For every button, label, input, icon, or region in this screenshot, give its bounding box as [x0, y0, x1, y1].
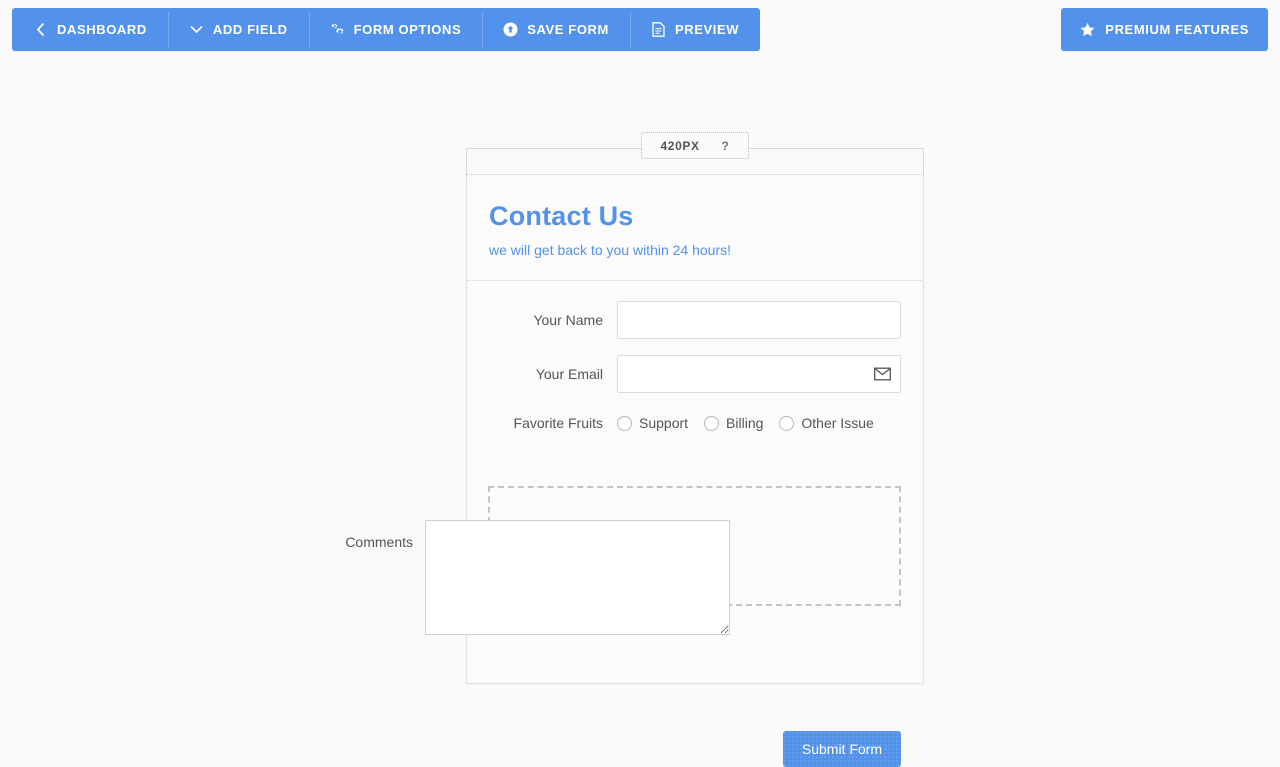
radio-option-label: Other Issue [801, 415, 874, 431]
form-width-badge[interactable]: 420PX ? [641, 132, 749, 159]
field-label: Comments [345, 534, 413, 550]
field-row-your-email[interactable]: Your Email [489, 355, 901, 393]
field-label: Your Email [535, 366, 603, 382]
toolbar-item-save-form[interactable]: Save Form [482, 8, 630, 51]
toolbar-item-label: Add Field [212, 22, 288, 37]
field-control [617, 301, 901, 339]
radio-circle-icon[interactable] [779, 415, 795, 431]
submit-form-button[interactable]: Submit Form [782, 731, 901, 767]
form-subtitle[interactable]: we will get back to you within 24 hours! [489, 242, 901, 258]
chevron-down-icon [189, 22, 204, 37]
your-email-input[interactable] [617, 355, 901, 393]
toolbar-item-label: Preview [674, 22, 740, 37]
radio-option-other-issue[interactable]: Other Issue [779, 415, 874, 431]
radio-option-label: Billing [726, 415, 764, 431]
radio-circle-icon[interactable] [617, 415, 632, 431]
toolbar-item-label: Dashboard [57, 22, 147, 37]
form-title[interactable]: Contact Us [489, 201, 901, 232]
form-header: Contact Us we will get back to you withi… [467, 175, 923, 281]
envelope-icon [874, 367, 891, 381]
main-toolbar: Dashboard Add Field Form Options Save Fo… [12, 8, 761, 51]
help-icon[interactable]: ? [722, 139, 730, 153]
comments-textarea[interactable] [425, 520, 730, 635]
field-row-favorite-fruits[interactable]: Favorite Fruits Support Billing Other Is… [489, 415, 901, 431]
radio-option-support[interactable]: Support [617, 415, 688, 431]
radio-options: Support Billing Other Issue [617, 415, 874, 431]
submit-area: Submit Form [467, 731, 923, 767]
radio-option-billing[interactable]: Billing [704, 415, 763, 431]
toolbar-item-dashboard[interactable]: Dashboard [12, 8, 168, 51]
field-control [617, 355, 901, 393]
upload-circle-icon [503, 22, 518, 37]
your-name-input[interactable] [617, 301, 901, 339]
form-width-value: 420PX [660, 138, 700, 153]
field-label: Favorite Fruits [513, 415, 603, 431]
toolbar-item-label: Form Options [353, 22, 462, 37]
chevron-left-icon [33, 22, 48, 37]
toolbar-item-form-options[interactable]: Form Options [308, 8, 483, 51]
document-icon [651, 22, 666, 37]
radio-option-label: Support [639, 415, 689, 431]
toolbar-item-preview[interactable]: Preview [629, 8, 760, 51]
premium-features-label: Premium Features [1105, 22, 1249, 37]
cogs-icon [330, 22, 345, 37]
dragged-field-comments[interactable]: Comments [340, 520, 730, 635]
toolbar-item-add-field[interactable]: Add Field [167, 8, 309, 51]
star-icon [1080, 22, 1095, 37]
field-row-your-name[interactable]: Your Name [489, 301, 901, 339]
premium-features-button[interactable]: Premium Features [1061, 8, 1268, 51]
field-label: Your Name [533, 312, 603, 328]
radio-circle-icon[interactable] [704, 415, 720, 431]
toolbar-item-label: Save Form [527, 22, 609, 37]
form-fields-container: Your Name Your Email Favorite Fruits Sup… [467, 281, 923, 767]
